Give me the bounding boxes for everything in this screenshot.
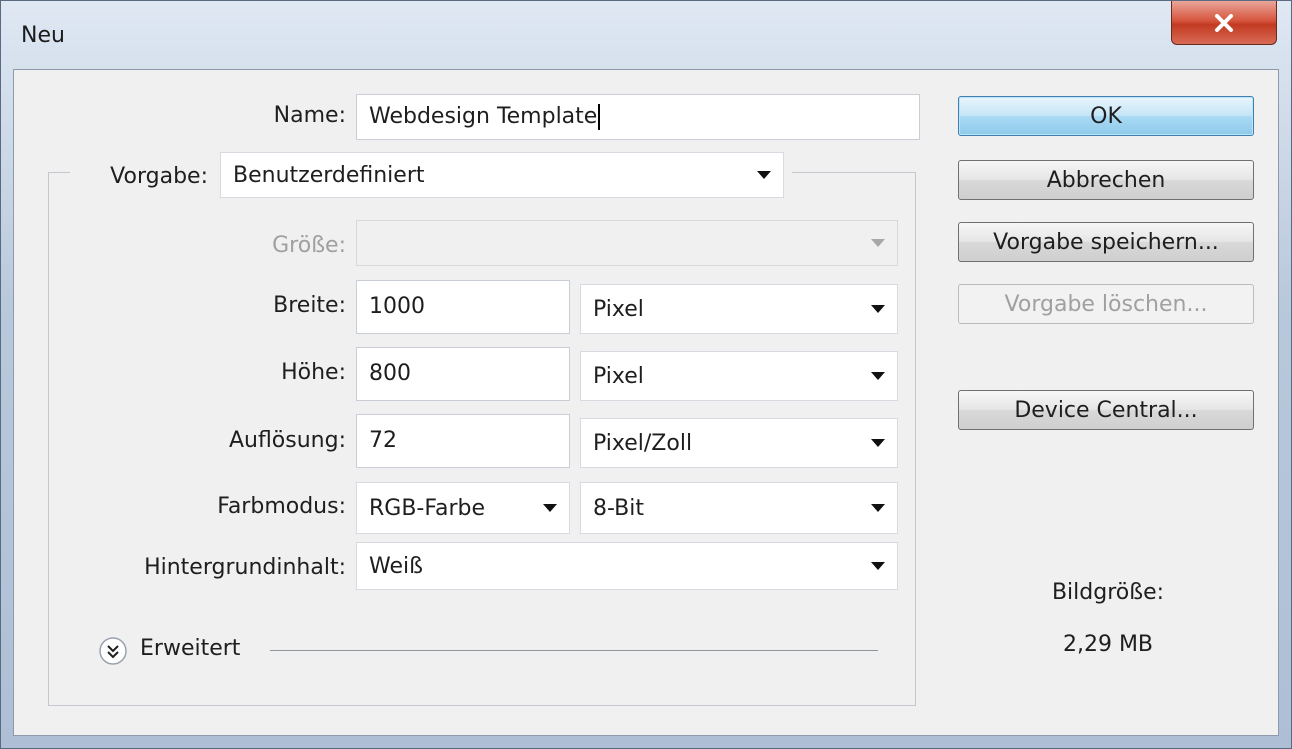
save-preset-button[interactable]: Vorgabe speichern... [958, 222, 1254, 262]
chevron-down-icon [543, 504, 557, 512]
aufloesung-input[interactable]: 72 [356, 414, 570, 468]
name-label: Name: [273, 103, 346, 128]
hintergrund-dropdown[interactable]: Weiß [356, 542, 898, 590]
breite-input[interactable]: 1000 [356, 280, 570, 334]
farbmodus-dropdown[interactable]: RGB-Farbe [356, 482, 570, 534]
chevron-down-icon [757, 171, 771, 179]
hoehe-label: Höhe: [281, 360, 346, 385]
breite-value: 1000 [369, 294, 425, 319]
hintergrund-value: Weiß [369, 553, 423, 579]
erweitert-label: Erweitert [140, 636, 241, 661]
hoehe-input[interactable]: 800 [356, 347, 570, 401]
name-input-value: Webdesign Template [369, 104, 598, 129]
chevron-down-icon [871, 372, 885, 380]
groesse-dropdown[interactable] [356, 220, 898, 266]
aufloesung-unit-dropdown[interactable]: Pixel/Zoll [580, 418, 898, 468]
image-size-label: Bildgröße: [1051, 580, 1165, 605]
farbtiefe-value: 8-Bit [593, 495, 644, 521]
close-button[interactable] [1171, 1, 1277, 45]
device-central-button[interactable]: Device Central... [958, 390, 1254, 430]
vorgabe-value: Benutzerdefiniert [233, 162, 425, 188]
delete-preset-button[interactable]: Vorgabe löschen... [958, 284, 1254, 324]
cancel-button[interactable]: Abbrechen [958, 160, 1254, 200]
groesse-label: Größe: [272, 233, 346, 258]
image-size-value: 2,29 MB [1062, 632, 1154, 657]
hintergrund-label: Hintergrundinhalt: [144, 555, 346, 580]
close-icon [1215, 13, 1233, 32]
farbmodus-label: Farbmodus: [217, 494, 346, 519]
chevron-down-icon [871, 439, 885, 447]
chevron-down-icon [871, 305, 885, 313]
erweitert-toggle[interactable] [98, 636, 128, 666]
double-chevron-down-icon [99, 637, 127, 665]
hoehe-unit-value: Pixel [593, 363, 644, 389]
breite-unit-value: Pixel [593, 296, 644, 322]
aufloesung-unit-value: Pixel/Zoll [593, 430, 693, 456]
breite-unit-dropdown[interactable]: Pixel [580, 284, 898, 334]
window-title: Neu [21, 23, 65, 48]
vorgabe-dropdown[interactable]: Benutzerdefiniert [220, 152, 784, 198]
name-input[interactable]: Webdesign Template [356, 94, 920, 140]
hoehe-value: 800 [369, 361, 411, 386]
aufloesung-label: Auflösung: [228, 428, 346, 453]
hoehe-unit-dropdown[interactable]: Pixel [580, 351, 898, 401]
aufloesung-value: 72 [369, 428, 397, 453]
chevron-down-icon [871, 239, 885, 247]
chevron-down-icon [871, 504, 885, 512]
text-cursor [598, 104, 601, 130]
erweitert-divider [270, 650, 878, 651]
breite-label: Breite: [273, 293, 346, 318]
farbtiefe-dropdown[interactable]: 8-Bit [580, 482, 898, 534]
chevron-down-icon [871, 562, 885, 570]
farbmodus-value: RGB-Farbe [369, 495, 486, 521]
ok-button[interactable]: OK [958, 96, 1254, 136]
vorgabe-label: Vorgabe: [110, 164, 208, 189]
